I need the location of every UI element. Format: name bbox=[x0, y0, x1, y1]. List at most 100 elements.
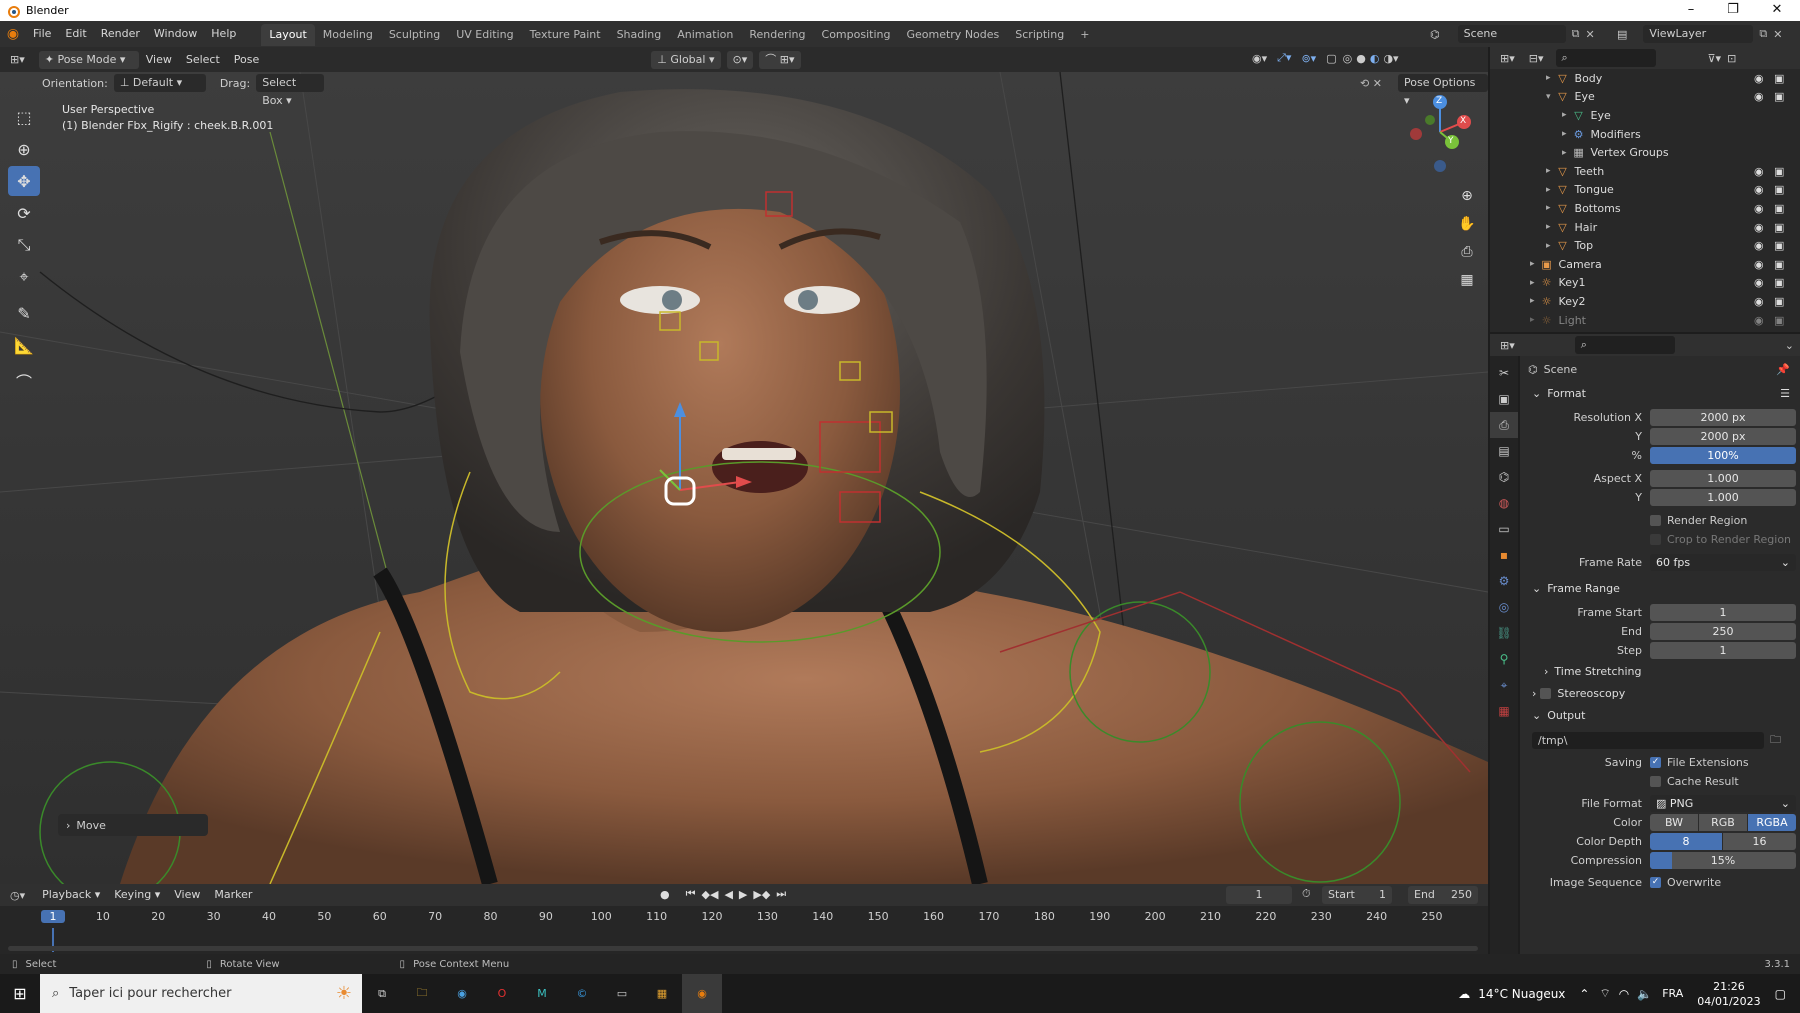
windows-start-icon[interactable]: ⊞ bbox=[0, 974, 40, 1013]
timeline-menu-keying[interactable]: Keying ▾ bbox=[107, 884, 167, 906]
jump-start-icon[interactable]: ⏮ bbox=[686, 887, 696, 901]
outliner-item[interactable]: ▸ ▽ Teeth ◉ ▣ bbox=[1490, 162, 1800, 181]
annotate-tool-icon[interactable]: ✎ bbox=[8, 298, 40, 328]
outliner-item[interactable]: ▸ ▦ Vertex Groups bbox=[1490, 143, 1800, 162]
viewport-menu-select[interactable]: Select bbox=[179, 47, 227, 72]
drag-dropdown[interactable]: Select Box ▾ bbox=[256, 74, 325, 107]
overlays-toggle-icon[interactable]: ⊚▾ bbox=[1301, 52, 1316, 65]
tool-tab-icon[interactable]: ✂ bbox=[1490, 360, 1518, 386]
app-window-icon[interactable]: ▭ bbox=[602, 974, 642, 1013]
color-depth-16-button[interactable]: 16 bbox=[1723, 832, 1796, 850]
outliner-item[interactable]: ▸ ▣ Camera ◉ ▣ bbox=[1490, 255, 1800, 274]
pose-mirror-icon[interactable]: ⟲ ✕ bbox=[1360, 77, 1382, 90]
render-region-checkbox[interactable] bbox=[1650, 514, 1661, 526]
chevron-right-icon[interactable]: ▸ bbox=[1546, 203, 1551, 213]
tab-rendering[interactable]: Rendering bbox=[741, 24, 813, 46]
end-frame-field[interactable]: End 250 bbox=[1408, 886, 1478, 904]
snap-toggle[interactable]: ⌒ ⊞▾ bbox=[759, 50, 801, 69]
resolution-x-field[interactable]: 2000 px bbox=[1650, 408, 1796, 426]
menu-render[interactable]: Render bbox=[94, 21, 147, 47]
editor-type-icon[interactable]: ⊞▾ bbox=[10, 53, 25, 66]
world-tab-icon[interactable]: ◍ bbox=[1490, 490, 1518, 516]
visibility-icon[interactable]: ◉▾ bbox=[1252, 52, 1267, 65]
wifi-icon[interactable]: ◠ bbox=[1619, 987, 1629, 1001]
tab-uv-editing[interactable]: UV Editing bbox=[448, 24, 521, 46]
chevron-right-icon[interactable]: ▸ bbox=[1530, 296, 1535, 306]
outliner-item[interactable]: ▸ ▽ Hair ◉ ▣ bbox=[1490, 218, 1800, 237]
outliner-item[interactable]: ▸ ▽ Eye bbox=[1490, 106, 1800, 125]
compression-slider[interactable]: 15% bbox=[1650, 851, 1796, 869]
jump-end-icon[interactable]: ⏭ bbox=[776, 887, 786, 901]
frame-rate-dropdown[interactable]: 60 fps ⌄ bbox=[1650, 553, 1796, 571]
timeline-scrubber[interactable]: 1 10 20 30 40 50 60 70 80 90 100 110 120 130 140 150 160… bbox=[0, 906, 1488, 954]
menu-window[interactable]: Window bbox=[147, 21, 204, 47]
navigation-gizmo[interactable]: Z X Y bbox=[1400, 92, 1480, 172]
timeline-menu-playback[interactable]: Playback ▾ bbox=[35, 884, 107, 906]
output-tab-icon[interactable]: ⎙ bbox=[1490, 412, 1518, 438]
bone-size-tool-icon[interactable]: ⌒ bbox=[8, 366, 40, 396]
chevron-right-icon[interactable]: ▸ bbox=[1562, 129, 1567, 139]
folder-icon[interactable]: 🗀 bbox=[1770, 731, 1781, 750]
stopwatch-icon[interactable]: ⏱ bbox=[1302, 887, 1311, 901]
object-tab-icon[interactable]: ▪ bbox=[1490, 542, 1518, 568]
chevron-down-icon[interactable]: ▾ bbox=[1546, 92, 1551, 102]
visibility-eye-icon[interactable]: ◉ bbox=[1754, 165, 1764, 178]
cursor-tool-icon[interactable]: ⊕ bbox=[8, 134, 40, 164]
tab-layout[interactable]: Layout bbox=[261, 24, 315, 46]
view-layer-tab-icon[interactable]: ▤ bbox=[1490, 438, 1518, 464]
scene-selector[interactable]: ⌬ Scene ⧉ ✕ bbox=[1430, 25, 1595, 43]
stereoscopy-panel-header[interactable]: › Stereoscopy bbox=[1520, 682, 1800, 704]
new-collection-icon[interactable]: ⊡ bbox=[1727, 52, 1736, 65]
render-camera-icon[interactable]: ▣ bbox=[1774, 165, 1784, 178]
blender-menu-icon[interactable]: ◉ bbox=[0, 26, 26, 42]
outliner-item[interactable]: ▸ ▽ Bottoms ◉ ▣ bbox=[1490, 199, 1800, 218]
chevron-right-icon[interactable]: ▸ bbox=[1546, 241, 1551, 251]
gizmo-toggle-icon[interactable]: ⤢▾ bbox=[1277, 51, 1291, 65]
aspect-y-field[interactable]: 1.000 bbox=[1650, 488, 1796, 506]
visibility-eye-icon[interactable]: ◉ bbox=[1754, 276, 1764, 289]
start-frame-field[interactable]: Start 1 bbox=[1322, 886, 1392, 904]
color-rgba-button[interactable]: RGBA bbox=[1748, 813, 1796, 831]
outliner-item[interactable]: ▸ ☼ Light ◉ ▣ bbox=[1490, 311, 1800, 330]
cache-result-checkbox[interactable] bbox=[1650, 775, 1661, 787]
pivot-point-dropdown[interactable]: ⊙▾ bbox=[726, 50, 754, 69]
output-panel-header[interactable]: ⌄ Output bbox=[1520, 704, 1800, 726]
tab-texture-paint[interactable]: Texture Paint bbox=[522, 24, 609, 46]
render-camera-icon[interactable]: ▣ bbox=[1774, 202, 1784, 215]
physics-tab-icon[interactable]: ◎ bbox=[1490, 594, 1518, 620]
wireframe-shading-icon[interactable]: ◎ bbox=[1343, 52, 1353, 65]
orientation-dropdown[interactable]: ⊥ Default ▾ bbox=[113, 74, 206, 92]
outliner-item[interactable]: ▾ ▽ Eye ◉ ▣ bbox=[1490, 88, 1800, 107]
menu-help[interactable]: Help bbox=[204, 21, 243, 47]
restore-button[interactable]: ❐ bbox=[1710, 0, 1756, 21]
notifications-icon[interactable]: ▢ bbox=[1775, 987, 1786, 1001]
render-camera-icon[interactable]: ▣ bbox=[1774, 90, 1784, 103]
visibility-eye-icon[interactable]: ◉ bbox=[1754, 258, 1764, 271]
close-window-button[interactable]: ✕ bbox=[1754, 0, 1800, 21]
render-camera-icon[interactable]: ▣ bbox=[1774, 183, 1784, 196]
view-layer-selector[interactable]: ▤ ViewLayer ⧉ ✕ bbox=[1617, 25, 1782, 43]
color-rgb-button[interactable]: RGB bbox=[1699, 813, 1747, 831]
prev-keyframe-icon[interactable]: ◆◀ bbox=[702, 888, 719, 901]
play-reverse-icon[interactable]: ◀ bbox=[724, 888, 732, 901]
tab-animation[interactable]: Animation bbox=[669, 24, 741, 46]
scene-name-field[interactable]: Scene bbox=[1457, 25, 1566, 43]
current-frame-field[interactable]: 1 bbox=[1226, 886, 1292, 904]
time-stretching-panel-header[interactable]: › Time Stretching bbox=[1520, 660, 1800, 682]
visibility-eye-icon[interactable]: ◉ bbox=[1754, 202, 1764, 215]
outliner-editor-type-icon[interactable]: ⊞▾ bbox=[1500, 52, 1515, 65]
filter-icon[interactable]: ⊽▾ bbox=[1708, 52, 1722, 65]
play-icon[interactable]: ▶ bbox=[739, 888, 747, 901]
outliner-item[interactable]: ▸ ☼ Key2 ◉ ▣ bbox=[1490, 292, 1800, 311]
output-path-input[interactable]: /tmp\ bbox=[1532, 731, 1764, 749]
taskbar-search-box[interactable]: ⌕ Taper ici pour rechercher ☀ bbox=[40, 974, 362, 1013]
visibility-eye-icon[interactable]: ◉ bbox=[1754, 183, 1764, 196]
view-layer-name-field[interactable]: ViewLayer bbox=[1643, 25, 1754, 43]
rotate-tool-icon[interactable]: ⟳ bbox=[8, 198, 40, 228]
collection-tab-icon[interactable]: ▭ bbox=[1490, 516, 1518, 542]
chevron-right-icon[interactable]: ▸ bbox=[1546, 185, 1551, 195]
texture-tab-icon[interactable]: ▦ bbox=[1490, 698, 1518, 724]
ortho-grid-icon[interactable]: ▦ bbox=[1452, 266, 1482, 294]
presets-icon[interactable]: ☰ bbox=[1780, 387, 1790, 400]
resolution-y-field[interactable]: 2000 px bbox=[1650, 427, 1796, 445]
